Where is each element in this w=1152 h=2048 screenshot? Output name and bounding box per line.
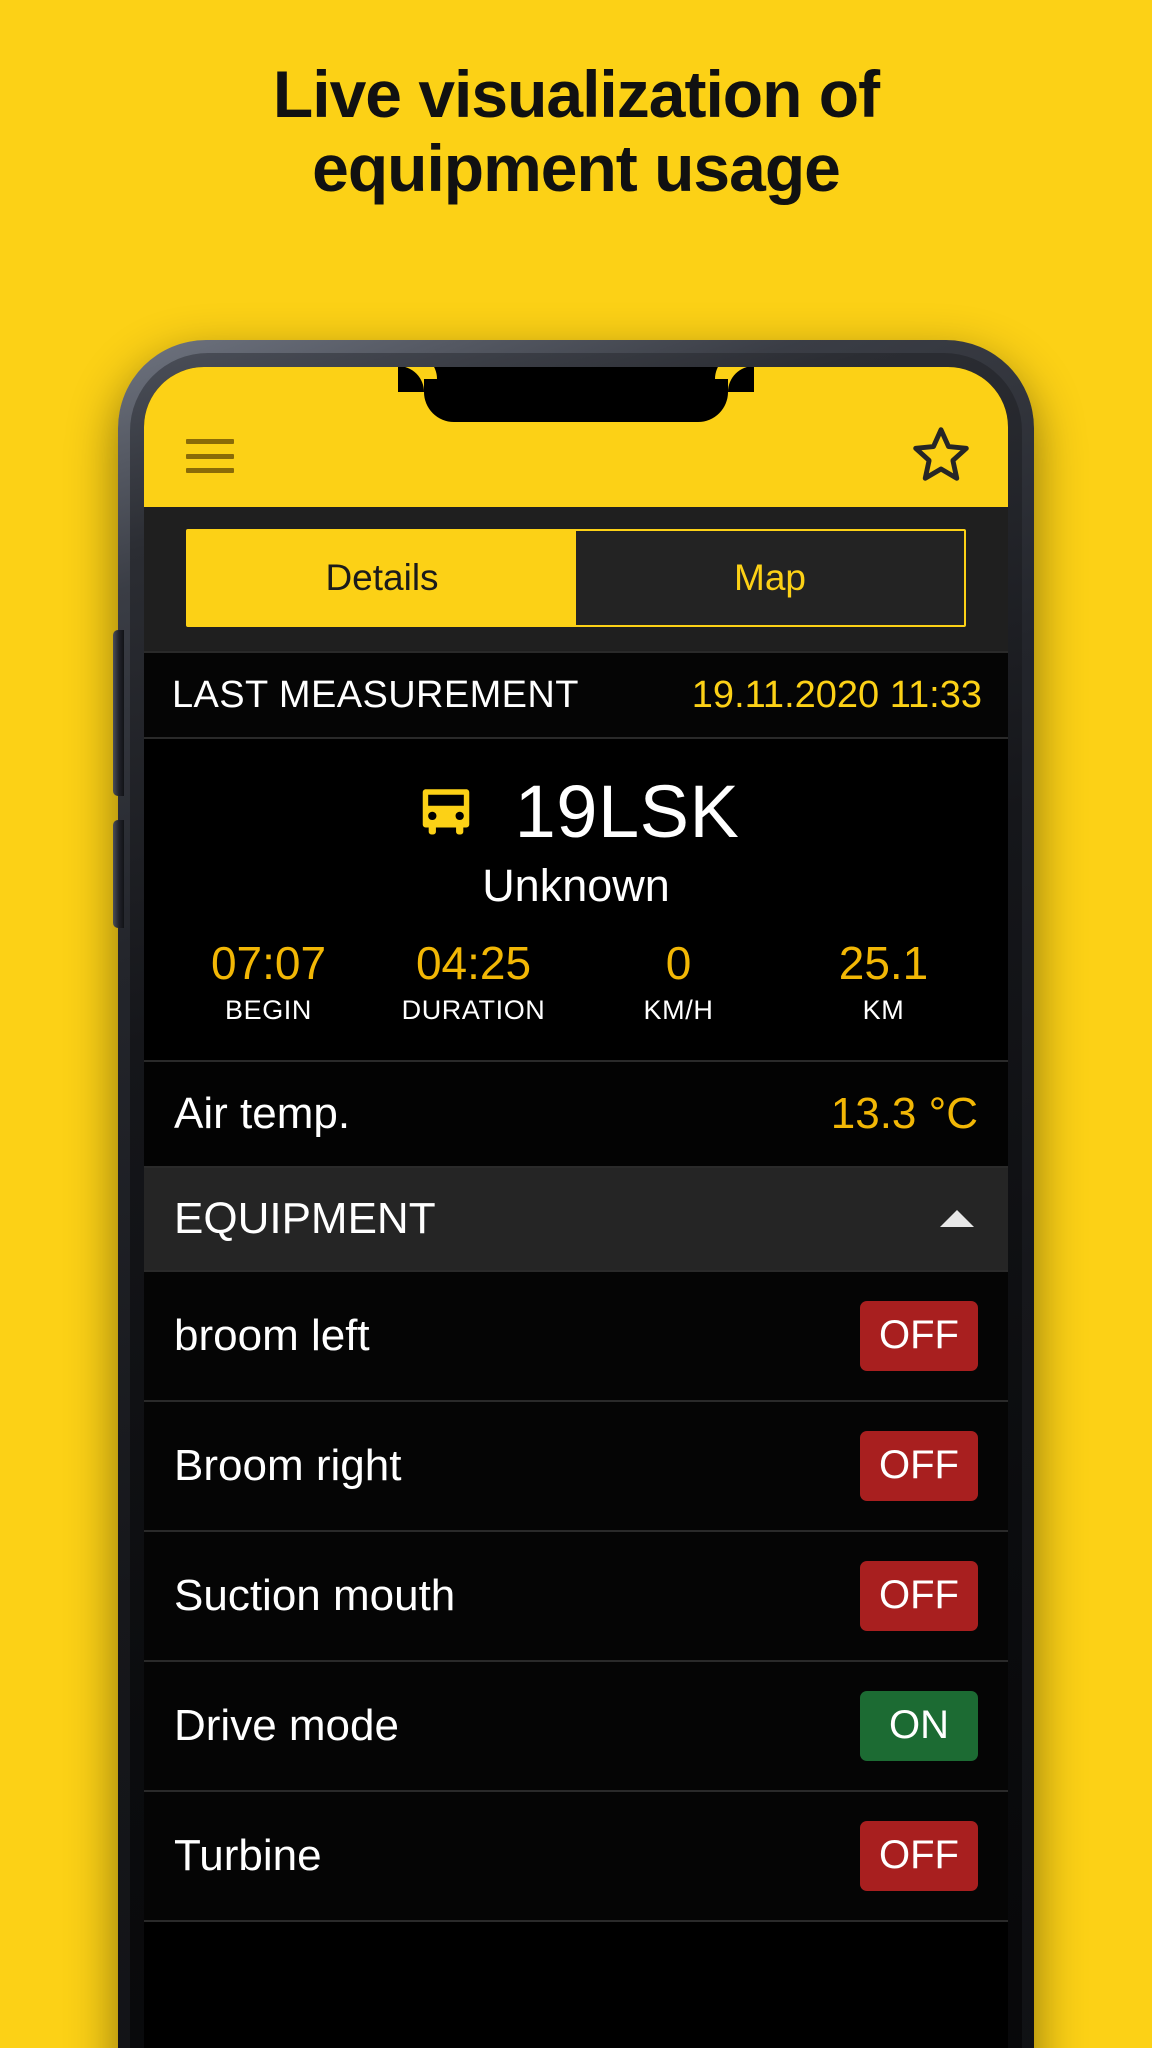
stat-begin-value: 07:07 — [210, 937, 327, 989]
tab-bar: Details Map — [144, 507, 1008, 651]
equipment-section-header[interactable]: EQUIPMENT — [144, 1167, 1008, 1272]
equipment-name: Drive mode — [174, 1700, 399, 1750]
vehicle-title-row: 19LSK — [144, 769, 1008, 854]
stat-speed: 0 KM/H — [576, 938, 781, 1026]
stat-speed-label: KM/H — [643, 994, 714, 1025]
air-temp-label: Air temp. — [174, 1088, 351, 1138]
table-row[interactable]: broom left OFF — [144, 1271, 1008, 1402]
table-row[interactable]: Broom right OFF — [144, 1401, 1008, 1532]
stat-distance-label: KM — [862, 994, 905, 1025]
stat-duration-label: DURATION — [401, 994, 546, 1025]
phone-screen: Details Map LAST MEASUREMENT 19.11.2020 … — [144, 367, 1008, 2048]
stat-speed-value: 0 — [665, 937, 692, 989]
stat-duration: 04:25 DURATION — [371, 938, 576, 1026]
phone-volume-button[interactable] — [113, 630, 124, 796]
star-outline-icon[interactable] — [910, 423, 972, 485]
vehicle-card: 19LSK Unknown 07:07 BEGIN 04:25 DURATION — [144, 739, 1008, 1062]
air-temp-value: 13.3 °C — [830, 1088, 978, 1138]
status-badge[interactable]: OFF — [860, 1300, 978, 1371]
stat-distance-value: 25.1 — [838, 937, 929, 989]
caret-up-icon[interactable] — [940, 1210, 974, 1228]
hamburger-menu-icon[interactable] — [186, 439, 234, 473]
stat-duration-value: 04:25 — [415, 937, 532, 989]
app-bar — [144, 367, 1008, 507]
tab-map[interactable]: Map — [576, 531, 964, 625]
air-temp-row: Air temp. 13.3 °C — [144, 1061, 1008, 1168]
hamburger-line — [186, 468, 234, 473]
status-badge[interactable]: OFF — [860, 1560, 978, 1631]
headline-line-2: equipment usage — [312, 130, 841, 205]
last-measurement-header: LAST MEASUREMENT 19.11.2020 11:33 — [144, 651, 1008, 739]
equipment-name: Broom right — [174, 1440, 402, 1490]
vehicle-stats: 07:07 BEGIN 04:25 DURATION 0 KM/H 25.1 K… — [144, 938, 1008, 1026]
last-measurement-timestamp: 19.11.2020 11:33 — [691, 673, 982, 716]
equipment-section-title: EQUIPMENT — [174, 1193, 436, 1243]
promo-screenshot: Live visualization of equipment usage De… — [0, 0, 1152, 2048]
phone-notch — [398, 367, 754, 422]
phone-power-button[interactable] — [113, 820, 124, 928]
table-row[interactable]: Turbine OFF — [144, 1791, 1008, 1922]
bus-front-icon — [422, 788, 469, 834]
last-measurement-title: LAST MEASUREMENT — [172, 673, 579, 716]
hamburger-line — [186, 439, 234, 444]
vehicle-name: 19LSK — [514, 770, 740, 853]
promo-headline: Live visualization of equipment usage — [0, 57, 1152, 206]
headline-line-1: Live visualization of — [272, 57, 880, 131]
equipment-name: Turbine — [174, 1830, 322, 1880]
status-badge[interactable]: ON — [860, 1690, 978, 1761]
status-badge[interactable]: OFF — [860, 1430, 978, 1501]
stat-begin: 07:07 BEGIN — [166, 938, 371, 1026]
details-content: LAST MEASUREMENT 19.11.2020 11:33 19LSK … — [144, 651, 1008, 1922]
tabs-group: Details Map — [186, 529, 966, 627]
equipment-name: Suction mouth — [174, 1570, 456, 1620]
table-row[interactable]: Suction mouth OFF — [144, 1531, 1008, 1662]
table-row[interactable]: Drive mode ON — [144, 1661, 1008, 1792]
stat-distance: 25.1 KM — [781, 938, 986, 1026]
status-badge[interactable]: OFF — [860, 1820, 978, 1891]
equipment-name: broom left — [174, 1310, 370, 1360]
hamburger-line — [186, 453, 234, 459]
stat-begin-label: BEGIN — [224, 994, 313, 1025]
vehicle-status: Unknown — [482, 860, 670, 911]
tab-details-label: Details — [325, 557, 439, 598]
tab-details[interactable]: Details — [188, 531, 576, 625]
phone-mockup: Details Map LAST MEASUREMENT 19.11.2020 … — [113, 340, 1034, 2048]
tab-map-label: Map — [734, 557, 806, 598]
